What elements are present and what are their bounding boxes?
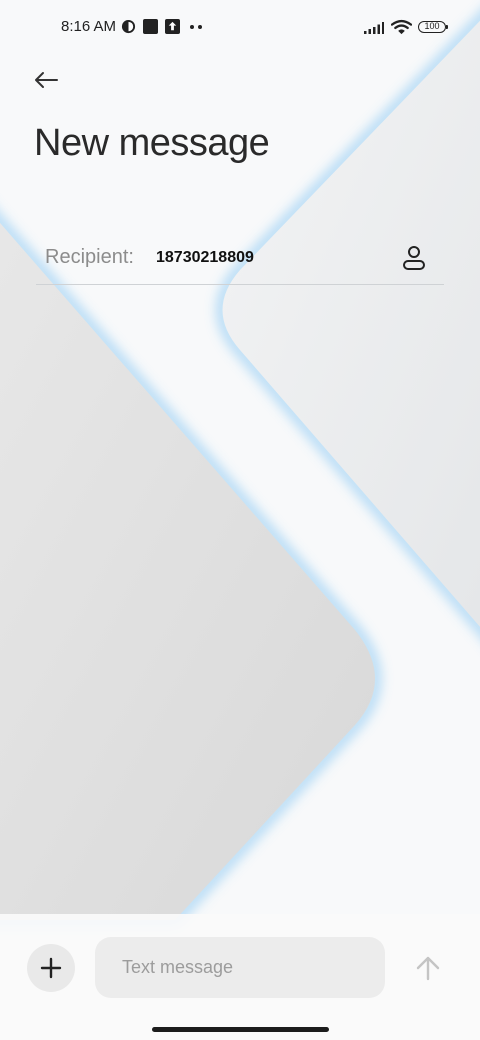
person-icon	[403, 246, 425, 270]
message-input[interactable]	[95, 937, 385, 998]
send-button[interactable]	[408, 950, 448, 986]
upload-icon	[165, 19, 180, 34]
back-button[interactable]	[26, 62, 66, 98]
page-title: New message	[34, 122, 270, 164]
more-dots-icon	[190, 25, 202, 29]
recipient-field[interactable]: Recipient: 18730218809	[36, 232, 444, 285]
signal-icon	[364, 22, 384, 34]
status-bar: 8:16 AM 100	[0, 0, 480, 56]
arrow-up-icon	[416, 956, 440, 981]
wifi-icon	[391, 19, 412, 35]
status-time: 8:16 AM	[61, 18, 117, 35]
battery-tip	[446, 25, 448, 29]
battery-level: 100	[424, 21, 440, 31]
recipient-value[interactable]: 18730218809	[156, 249, 254, 267]
select-contact-button[interactable]	[396, 240, 432, 276]
back-arrow-icon	[35, 72, 58, 88]
recipient-label: Recipient:	[45, 246, 134, 268]
message-composer	[0, 914, 480, 1040]
home-indicator[interactable]	[152, 1027, 329, 1032]
battery-icon: 100	[418, 21, 446, 33]
plus-icon	[40, 957, 62, 979]
vpn-icon	[121, 19, 136, 34]
add-attachment-button[interactable]	[27, 944, 75, 992]
square-icon	[143, 19, 158, 34]
